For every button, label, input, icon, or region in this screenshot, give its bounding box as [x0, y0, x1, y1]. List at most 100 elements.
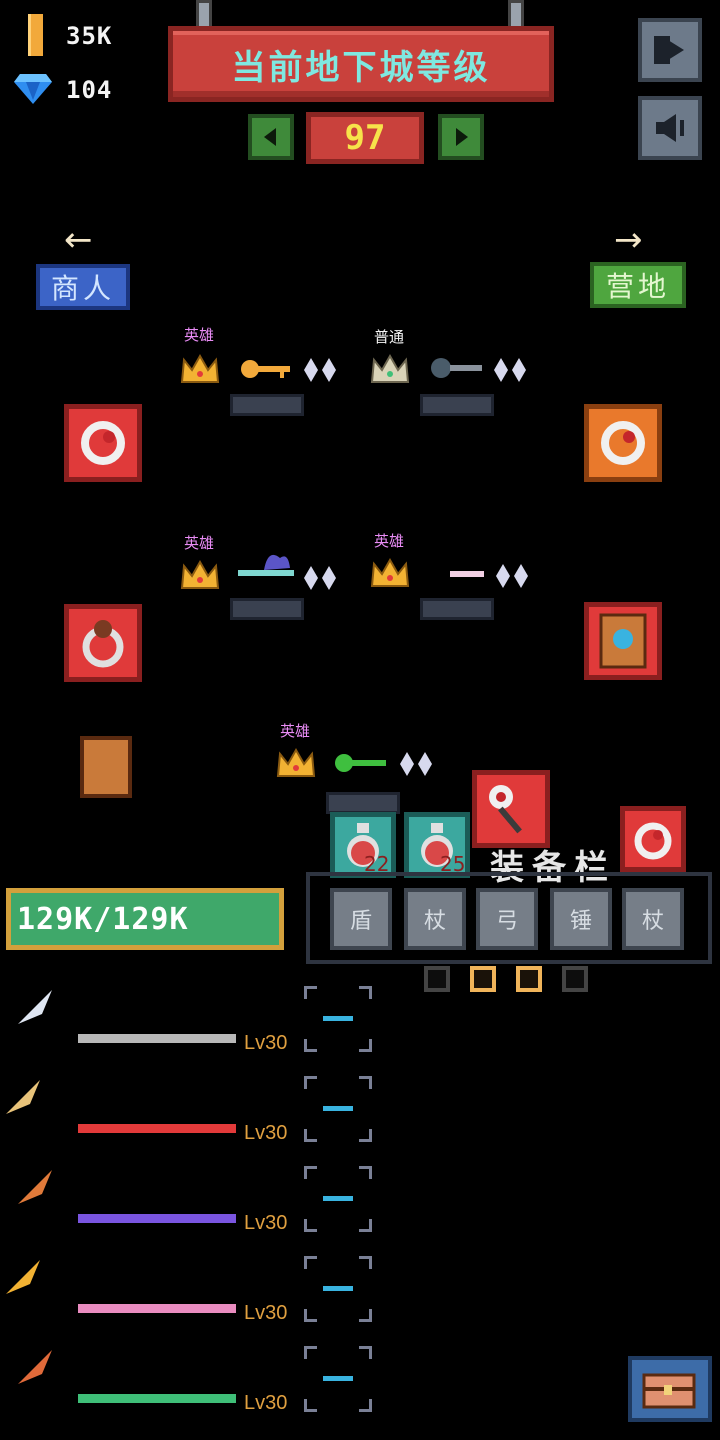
empty-slot-marker — [323, 1196, 353, 1201]
level-prev-button[interactable] — [248, 114, 294, 160]
green-key-icon — [335, 754, 386, 772]
empty-slot-marker — [323, 1286, 353, 1291]
inventory-page-dot[interactable] — [424, 966, 450, 992]
skill-progress-bar — [78, 1214, 236, 1223]
inventory-slot-hammer[interactable]: 锤 — [550, 888, 612, 950]
equipped-ring-slot[interactable] — [620, 806, 686, 872]
ring-icon — [81, 421, 125, 465]
skill-progress-bar — [78, 1034, 236, 1043]
skill-equip-slot[interactable] — [304, 1166, 372, 1232]
spellbook-icon — [599, 613, 647, 669]
crown-icon — [180, 353, 220, 383]
reward-slot-book[interactable] — [584, 602, 662, 680]
rarity-label: 英雄 — [184, 534, 215, 552]
crystal-cost-icon — [400, 752, 432, 776]
altar-pedestal — [230, 394, 304, 416]
ring-icon — [601, 421, 645, 465]
crystal-cost-icon — [304, 566, 336, 590]
claw-slash-icon — [12, 984, 58, 1030]
triangle-right-icon — [456, 128, 468, 146]
gem-ring-icon — [82, 620, 124, 668]
inventory-slot-shield[interactable]: 盾 — [330, 888, 392, 950]
journal-book-icon[interactable] — [80, 736, 132, 798]
skill-level: Lv30 — [244, 1392, 288, 1414]
empty-slot-marker — [323, 1016, 353, 1021]
altar-pedestal — [420, 394, 494, 416]
slot-label: 盾 — [349, 909, 372, 934]
gold-bar-icon — [28, 14, 43, 56]
skill-equip-slot[interactable] — [304, 986, 372, 1052]
reward-slot-ring[interactable] — [64, 604, 142, 682]
altar-pedestal — [326, 792, 400, 814]
inventory-page-dot[interactable] — [516, 966, 542, 992]
flame-burst-icon — [12, 1164, 58, 1210]
skill-progress-bar — [78, 1394, 236, 1403]
skill-level: Lv30 — [244, 1122, 288, 1144]
arrow-volley-icon — [0, 1074, 46, 1120]
chest-icon — [642, 1373, 696, 1409]
dungeon-level-banner: 当前地下城等级 — [168, 26, 554, 102]
skill-equip-slot[interactable] — [304, 1346, 372, 1412]
reward-slot-scepter[interactable] — [472, 770, 550, 848]
dungeon-level-value: 97 — [344, 118, 386, 158]
arrow-right-icon: → — [614, 220, 643, 260]
crown-icon — [370, 557, 410, 587]
wing-sword-icon — [0, 1254, 46, 1300]
skull-key-icon — [431, 358, 482, 378]
rarity-label: 普通 — [374, 328, 405, 346]
exit-icon — [654, 36, 684, 64]
skill-level: Lv30 — [244, 1212, 288, 1234]
level-next-button[interactable] — [438, 114, 484, 160]
rarity-label: 英雄 — [374, 532, 405, 550]
eye-scepter-icon — [489, 785, 522, 834]
inventory-page-dot[interactable] — [470, 966, 496, 992]
dungeon-level-display: 97 — [306, 112, 424, 164]
skill-progress-bar — [78, 1304, 236, 1313]
diamond-icon — [14, 74, 52, 104]
bow-icon — [12, 1344, 58, 1390]
slot-label: 锤 — [569, 909, 592, 934]
treasure-chest-button[interactable] — [628, 1356, 712, 1422]
empty-slot-marker — [323, 1106, 353, 1111]
camp-button[interactable]: 营地 — [590, 262, 686, 308]
moon-key-icon — [430, 564, 484, 584]
slot-label: 弓 — [495, 909, 518, 934]
golden-key-icon — [241, 360, 290, 378]
crystal-cost-icon — [304, 358, 336, 382]
inventory-slot-staff[interactable]: 杖 — [404, 888, 466, 950]
crown-icon — [276, 747, 316, 777]
camp-label: 营地 — [605, 270, 670, 303]
skill-level: Lv30 — [244, 1302, 288, 1324]
crystal-cost-icon — [494, 358, 526, 382]
inventory-slot-staff-2[interactable]: 杖 — [622, 888, 684, 950]
skill-progress-bar — [78, 1124, 236, 1133]
ghost-sword-icon — [238, 554, 294, 576]
gem-amount: 104 — [66, 76, 113, 104]
crown-icon — [370, 353, 410, 383]
inventory-page-dot[interactable] — [562, 966, 588, 992]
skill-equip-slot[interactable] — [304, 1256, 372, 1322]
arrow-left-icon: ← — [64, 220, 93, 260]
gold-amount: 35K — [66, 22, 113, 50]
hp-text: 129K/129K — [17, 901, 189, 937]
crown-icon — [180, 559, 220, 589]
sound-button[interactable] — [638, 96, 702, 160]
skill-equip-slot[interactable] — [304, 1076, 372, 1142]
speaker-icon — [656, 114, 684, 142]
rarity-label: 英雄 — [184, 326, 215, 344]
merchant-label: 商人 — [50, 272, 115, 305]
reward-slot-ring[interactable] — [584, 404, 662, 482]
exit-button[interactable] — [638, 18, 702, 82]
empty-slot-marker — [323, 1376, 353, 1381]
crystal-cost-icon — [496, 564, 528, 588]
dungeon-level-title: 当前地下城等级 — [231, 47, 491, 88]
altar-pedestal — [230, 598, 304, 620]
ring-icon — [634, 822, 672, 860]
slot-label: 杖 — [423, 909, 446, 934]
reward-slot-ring[interactable] — [64, 404, 142, 482]
rarity-label: 英雄 — [280, 722, 311, 740]
inventory-slot-bow[interactable]: 弓 — [476, 888, 538, 950]
triangle-left-icon — [264, 128, 276, 146]
slot-label: 杖 — [641, 909, 664, 934]
merchant-button[interactable]: 商人 — [36, 264, 130, 310]
